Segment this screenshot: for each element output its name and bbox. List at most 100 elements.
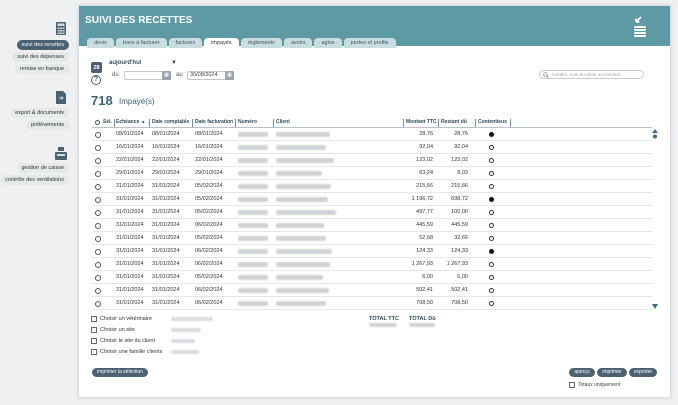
site-client-checkbox[interactable] [91,338,97,344]
row-select-radio[interactable] [95,235,101,242]
sidebar-item-gestion-caisse[interactable]: gestion de caisse [16,163,69,173]
option-site-client[interactable]: Choisir le site du client [91,337,155,345]
contentieux-indicator[interactable] [489,301,494,306]
cell-numero [238,197,268,202]
sort-asc-icon[interactable]: ▲ [141,119,145,124]
row-select-radio[interactable] [95,183,101,190]
row-select-radio[interactable] [95,248,101,255]
table-row[interactable]: 22/01/2024 22/01/2024 22/01/2024 123,02 123,… [92,154,652,167]
veterinaire-checkbox[interactable] [91,316,97,322]
tab-factures[interactable]: factures [168,38,203,48]
tab-avoirs[interactable]: avoirs [283,38,313,48]
tab-impayes[interactable]: impayés [204,38,239,48]
print-button[interactable]: imprimer [597,368,627,377]
contentieux-indicator[interactable] [489,132,494,137]
row-select-radio[interactable] [95,170,101,177]
row-select-radio[interactable] [95,196,101,203]
col-echeance[interactable]: Echéance [116,119,139,125]
row-select-radio[interactable] [95,131,101,138]
table-row[interactable]: 31/01/2024 31/01/2024 05/02/2024 497,77 100,… [92,206,652,219]
contentieux-indicator[interactable] [489,223,494,228]
table-row[interactable]: 31/01/2024 31/01/2024 05/02/2024 215,66 215,… [92,180,652,193]
from-date-input[interactable] [124,70,166,80]
contentieux-indicator[interactable] [489,249,494,254]
row-select-radio[interactable] [95,222,101,229]
row-select-radio[interactable] [95,287,101,294]
table-row[interactable]: 31/01/2024 31/01/2024 06/02/2024 708,50 708,… [92,297,652,310]
select-all-radio[interactable] [95,120,100,125]
col-client[interactable]: Client [276,119,290,125]
search-input[interactable]: numéro, nom du client ou montant [539,70,644,79]
sidebar-item-export-documents[interactable]: export & documents [10,108,69,118]
table-row[interactable]: 31/01/2024 31/01/2024 06/02/2024 445,59 445,… [92,219,652,232]
sidebar-item-suivi-depenses[interactable]: suivi des dépenses [12,52,69,62]
row-select-radio[interactable] [95,261,101,268]
table-row[interactable]: 29/01/2024 29/01/2024 29/01/2024 63,24 8,03 [92,167,652,180]
tab-agios[interactable]: agios [314,38,342,48]
option-totals-only[interactable]: Totaux uniquement [569,382,620,388]
sidebar-item-controle-ventilations[interactable]: contrôle des ventilations [0,175,69,185]
table-row[interactable]: 16/01/2024 16/01/2024 16/01/2024 92,04 92,04 [92,141,652,154]
tab-bons-a-facturer[interactable]: bons à facturer [115,38,167,48]
col-sel[interactable]: Sél. [103,119,112,125]
contentieux-indicator[interactable] [489,210,494,215]
site-checkbox[interactable] [91,327,97,333]
to-date-input[interactable]: 30/08/2024 [187,70,229,80]
cell-date-facturation: 06/02/2024 [195,261,223,267]
contentieux-indicator[interactable] [489,236,494,241]
cell-date-facturation: 05/02/2024 [195,274,223,280]
contentieux-indicator[interactable] [489,262,494,267]
option-famille-clients[interactable]: Choisir une famille clients [91,348,162,356]
col-montant-ttc[interactable]: Montant TTC [406,119,437,125]
table-row[interactable]: 31/01/2024 31/01/2024 06/02/2024 502,41 502,… [92,284,652,297]
row-select-radio[interactable] [95,144,101,151]
sidebar-item-prelevements[interactable]: prélèvements [25,120,69,130]
table-row[interactable]: 08/01/2024 08/01/2024 08/01/2024 28,76 28,76 [92,128,652,141]
sidebar-item-suivi-recettes[interactable]: suivi des recettes [16,40,69,50]
col-date-facturation[interactable]: Date facturation [195,119,233,125]
to-calendar-icon[interactable]: ▦ [225,70,234,80]
contentieux-indicator[interactable] [489,171,494,176]
scroll-down-icon[interactable] [652,304,658,309]
col-date-comptable[interactable]: Date comptable [152,119,189,125]
option-veterinaire[interactable]: Choisir un vétérinaire [91,315,152,323]
famille-clients-checkbox[interactable] [91,349,97,355]
help-icon[interactable]: ? [91,75,101,85]
row-select-radio[interactable] [95,157,101,164]
table-row[interactable]: 31/01/2024 31/01/2024 06/02/2024 124,33 124,… [92,245,652,258]
contentieux-indicator[interactable] [489,184,494,189]
tab-devis[interactable]: devis [87,38,114,48]
contentieux-indicator[interactable] [489,197,494,202]
totals-only-checkbox[interactable] [569,382,575,388]
row-select-radio[interactable] [95,300,101,307]
chevron-down-icon[interactable]: ▼ [171,60,177,66]
col-contentieux[interactable]: Contentieux [478,119,507,125]
row-select-radio[interactable] [95,209,101,216]
contentieux-indicator[interactable] [489,275,494,280]
tab-reglements[interactable]: règlements [240,38,282,48]
export-button[interactable]: exporter [629,368,657,377]
table-row[interactable]: 31/01/2024 31/01/2024 05/02/2024 1 196,72 69… [92,193,652,206]
calendar-icon[interactable]: 28 [91,62,102,73]
from-calendar-icon[interactable]: ▦ [162,70,171,80]
row-select-radio[interactable] [95,274,101,281]
table-row[interactable]: 31/01/2024 31/01/2024 05/02/2024 52,68 32,66 [92,232,652,245]
contentieux-indicator[interactable] [489,145,494,150]
table-row[interactable]: 31/01/2024 31/01/2024 06/02/2024 1 267,93 1 … [92,258,652,271]
contentieux-indicator[interactable] [489,158,494,163]
col-numero[interactable]: Numéro [238,119,257,125]
table-row[interactable]: 31/01/2024 31/01/2024 05/02/2024 6,00 6,00 [92,271,652,284]
cell-numero [238,275,268,280]
print-selection-button[interactable]: imprimer la sélection [92,368,148,377]
preview-button[interactable]: aperçu [569,368,595,377]
scroll-up-icon[interactable] [652,129,658,139]
cell-restant-du: 8,03 [457,170,468,176]
site-label: Choisir un site [100,327,135,333]
option-site[interactable]: Choisir un site [91,326,135,334]
period-select[interactable]: aujourd'hui [109,60,141,66]
contentieux-indicator[interactable] [489,288,494,293]
cell-client [276,197,328,202]
sidebar-item-remise-banque[interactable]: remise en banque [14,64,69,74]
tab-pertes-profits[interactable]: pertes et profits [343,38,396,48]
col-restant-du[interactable]: Restant dû [441,119,467,125]
